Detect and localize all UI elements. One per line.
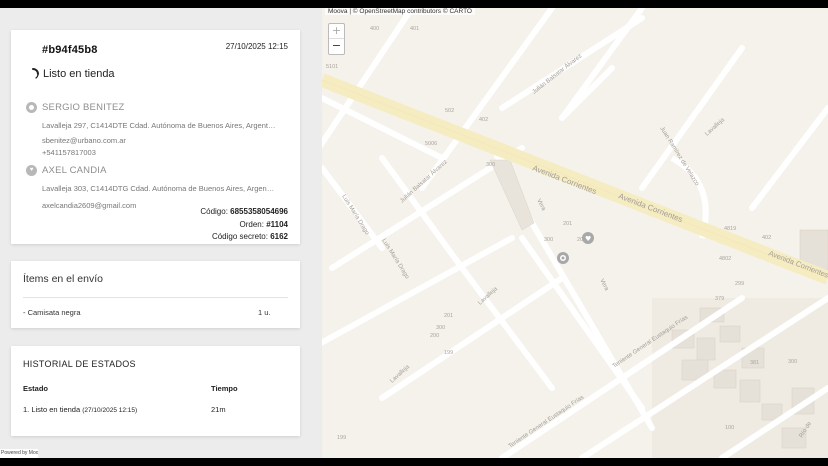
sender-phone: +541157817003 [42, 148, 96, 157]
order-datetime: 27/10/2025 12:15 [225, 42, 288, 51]
status-label: Listo en tienda [43, 68, 115, 80]
street-label-drago: Luis María Drago [380, 238, 410, 281]
codes-block: Código: 6855358054696 Orden: #1104 Códig… [200, 206, 288, 244]
history-col-tiempo: Tiempo [211, 384, 238, 393]
history-estado-text: 1. Listo en tienda [23, 405, 81, 414]
items-divider [23, 297, 288, 298]
house-number: 200 [430, 333, 439, 339]
house-number: 4802 [719, 256, 731, 262]
status-spinner-icon [32, 68, 39, 79]
sender-block: SERGIO BENITEZ Lavalleja 297, C1414DTE C… [26, 102, 276, 159]
house-number: 199 [444, 350, 453, 356]
svg-text:♥: ♥ [585, 235, 591, 243]
origin-pin-icon [26, 102, 37, 113]
house-number: 5101 [326, 64, 338, 70]
house-number: 4819 [724, 226, 736, 232]
history-row-tiempo: 21m [211, 405, 226, 414]
recipient-map-marker[interactable]: ♥ [582, 232, 594, 244]
map-canvas[interactable]: Avenida Corrientes Avenida Corrientes Av… [322, 8, 828, 458]
items-title: Ítems en el envío [23, 273, 103, 285]
street-label-vera: Vera [535, 198, 546, 212]
history-row-estado: 1. Listo en tienda (27/10/2025 12:15) [23, 405, 137, 414]
codigo-value: 6855358054696 [230, 207, 288, 216]
street-label-balsatar: Julián Balsatar Álvarez [531, 52, 583, 95]
shipment-panel: #b94f45b8 27/10/2025 12:15 Listo en tien… [0, 8, 322, 458]
history-title: HISTORIAL DE ESTADOS [23, 359, 136, 369]
items-card: Ítems en el envío - Camisata negra 1 u. [11, 261, 300, 328]
street-label-lavalleja: Lavalleja [704, 117, 726, 138]
house-number: 5006 [425, 141, 437, 147]
house-number: 401 [410, 26, 419, 32]
house-number: 400 [370, 26, 379, 32]
street-label-drago: Luis María Drago [340, 194, 370, 237]
house-number: 402 [762, 235, 771, 241]
sender-address: Lavalleja 297, C1414DTE Cdad. Autónoma d… [42, 121, 276, 130]
recipient-block: ♥ AXEL CANDIA Lavalleja 303, C1414DTG Cd… [26, 165, 276, 212]
sender-email: sbenitez@urbano.com.ar [42, 136, 126, 145]
app-stage: #b94f45b8 27/10/2025 12:15 Listo en tien… [0, 8, 828, 458]
status-row: Listo en tienda [27, 68, 115, 80]
house-number: 300 [788, 359, 797, 365]
house-number: 201 [444, 313, 453, 319]
secreto-label: Código secreto: [211, 232, 268, 241]
house-number: 300 [436, 325, 445, 331]
street-label-vera: Vera [598, 278, 609, 292]
map-view[interactable]: Avenida Corrientes Avenida Corrientes Av… [322, 8, 828, 458]
history-card: HISTORIAL DE ESTADOS Estado Tiempo 1. Li… [11, 346, 300, 436]
street-label-corrientes: Avenida Corrientes [617, 191, 684, 224]
zoom-out-button[interactable]: − [329, 39, 344, 54]
order-id: #b94f45b8 [42, 44, 98, 56]
house-number: 502 [445, 108, 454, 114]
map-attribution[interactable]: Moova | © OpenStreetMap contributors © C… [325, 8, 475, 15]
heart-icon: ♥ [26, 165, 37, 176]
house-number: 300 [544, 237, 553, 243]
item-name: - Camisata negra [23, 308, 81, 317]
recipient-address: Lavalleja 303, C1414DTG Cdad. Autónoma d… [42, 184, 276, 193]
orden-label: Orden: [239, 219, 264, 229]
history-col-estado: Estado [23, 384, 49, 393]
recipient-name: AXEL CANDIA [42, 165, 107, 176]
zoom-control: + − [328, 23, 345, 55]
orden-value: #1104 [266, 219, 288, 229]
house-number: 201 [563, 221, 572, 227]
house-number: 381 [750, 360, 759, 366]
house-number: 379 [715, 296, 724, 302]
house-number: 402 [479, 117, 488, 123]
history-estado-date: (27/10/2025 12:15) [82, 407, 138, 414]
house-number: 300 [486, 162, 495, 168]
origin-map-marker[interactable] [557, 252, 569, 264]
secreto-value: 6162 [270, 232, 288, 241]
street-label-frias: Teniente General Eustaquio Frías [508, 395, 585, 450]
sender-name: SERGIO BENITEZ [42, 102, 125, 113]
powered-by-link[interactable]: Powered by Moova [0, 449, 38, 458]
house-number: 100 [725, 425, 734, 431]
codigo-label: Código: [200, 207, 228, 216]
house-number: 199 [337, 435, 346, 441]
item-qty: 1 u. [258, 308, 271, 317]
zoom-in-button[interactable]: + [329, 24, 344, 39]
house-number: 299 [735, 281, 744, 287]
shipment-card: #b94f45b8 27/10/2025 12:15 Listo en tien… [11, 30, 300, 244]
